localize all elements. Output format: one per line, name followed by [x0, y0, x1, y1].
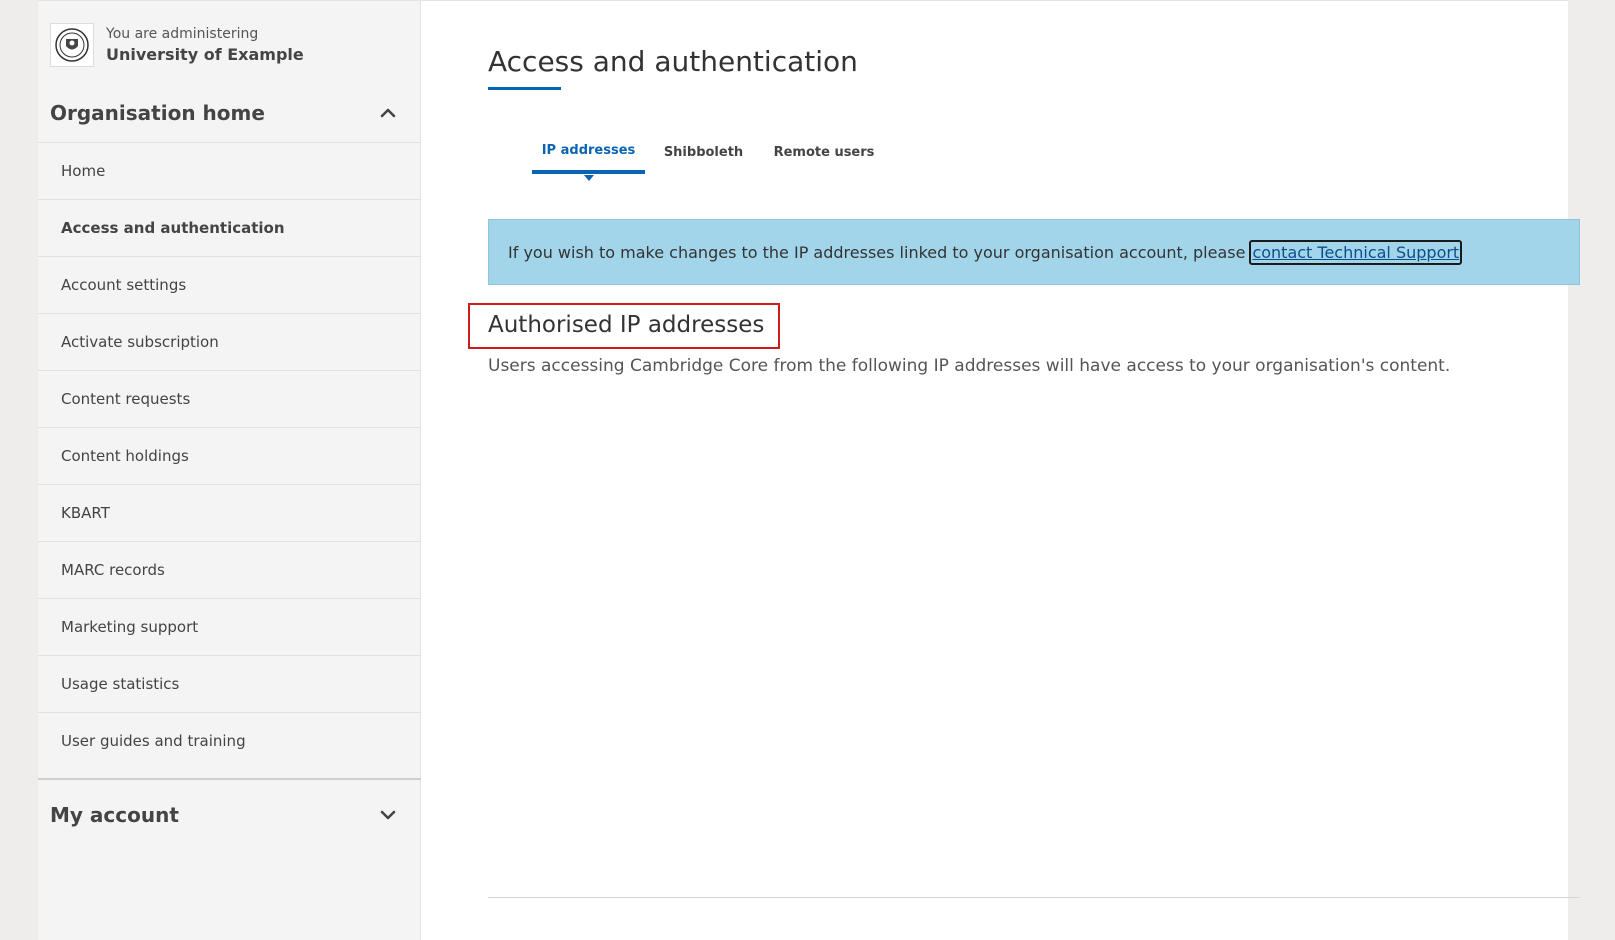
page-title: Access and authentication	[488, 45, 858, 78]
bottom-divider	[488, 897, 1580, 898]
page: You are administering University of Exam…	[38, 0, 1580, 940]
caret-down-icon	[583, 175, 594, 181]
chevron-down-icon	[377, 804, 399, 826]
sidebar-item-home[interactable]: Home	[38, 142, 421, 199]
main-content: Access and authentication IP addresses S…	[450, 1, 1580, 940]
tab-ip-addresses-label: IP addresses	[541, 143, 636, 158]
sidebar-item-account-settings[interactable]: Account settings	[38, 256, 421, 313]
organisation-home-toggle[interactable]: Organisation home	[38, 85, 421, 141]
section-description: Users accessing Cambridge Core from the …	[488, 356, 1451, 376]
sidebar-item-content-requests[interactable]: Content requests	[38, 370, 421, 427]
tab-shibboleth[interactable]: Shibboleth	[645, 131, 762, 174]
tab-remote-users-label: Remote users	[773, 145, 875, 160]
sidebar-item-content-holdings[interactable]: Content holdings	[38, 427, 421, 484]
my-account-toggle[interactable]: My account	[38, 787, 421, 843]
sidebar-item-marc-records[interactable]: MARC records	[38, 541, 421, 598]
sidebar-item-activate-subscription[interactable]: Activate subscription	[38, 313, 421, 370]
chevron-up-icon	[377, 102, 399, 124]
org-pre-label: You are administering	[106, 26, 259, 42]
org-header: You are administering University of Exam…	[50, 23, 304, 67]
sidebar: You are administering University of Exam…	[38, 1, 421, 940]
tab-shibboleth-label: Shibboleth	[663, 145, 744, 160]
org-name: University of Example	[106, 45, 304, 64]
sidebar-divider	[38, 778, 421, 780]
sidebar-item-access-authentication[interactable]: Access and authentication	[38, 199, 421, 256]
tab-bar: IP addresses Shibboleth Remote users	[532, 131, 886, 181]
sidebar-item-marketing-support[interactable]: Marketing support	[38, 598, 421, 655]
university-crest-icon	[50, 23, 94, 67]
tab-ip-addresses[interactable]: IP addresses	[532, 131, 645, 181]
sidebar-item-user-guides[interactable]: User guides and training	[38, 712, 421, 769]
section-heading: Authorised IP addresses	[488, 312, 765, 338]
my-account-title: My account	[50, 803, 179, 827]
organisation-home-title: Organisation home	[50, 101, 265, 125]
sidebar-nav: Home Access and authentication Account s…	[38, 142, 421, 769]
sidebar-item-kbart[interactable]: KBART	[38, 484, 421, 541]
info-banner: If you wish to make changes to the IP ad…	[488, 219, 1580, 285]
tab-remote-users[interactable]: Remote users	[762, 131, 886, 174]
sidebar-item-usage-statistics[interactable]: Usage statistics	[38, 655, 421, 712]
info-banner-text: If you wish to make changes to the IP ad…	[508, 242, 1246, 262]
contact-support-link[interactable]: contact Technical Support	[1249, 239, 1463, 265]
title-underline	[488, 87, 561, 90]
